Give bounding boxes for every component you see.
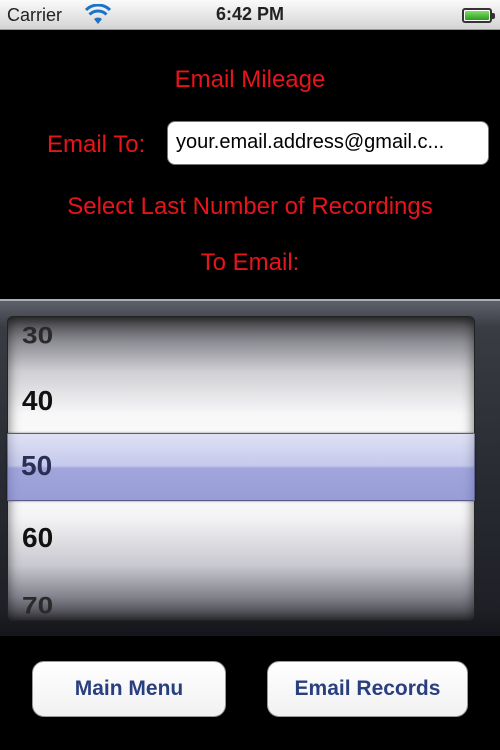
email-field[interactable]: your.email.address@gmail.c... [167,121,489,165]
picker-option-30[interactable]: 30 [22,322,53,349]
main-menu-button[interactable]: Main Menu [32,661,226,717]
page-title: Email Mileage [174,66,326,93]
picker-option-40[interactable]: 40 [22,385,53,417]
picker-option-60[interactable]: 60 [22,522,53,554]
to-email-label: To Email: [200,249,300,276]
picker-option-70[interactable]: 70 [22,592,53,619]
email-records-button[interactable]: Email Records [267,661,468,717]
select-recordings-label: Select Last Number of Recordings [67,193,433,220]
email-to-label: Email To: [47,131,146,158]
status-bar: Carrier 6:42 PM [0,0,500,30]
battery-full-icon [462,8,495,23]
picker-selection-indicator[interactable]: 50 [7,433,475,501]
clock: 6:42 PM [215,4,285,24]
picker-selected-value: 50 [21,450,53,481]
